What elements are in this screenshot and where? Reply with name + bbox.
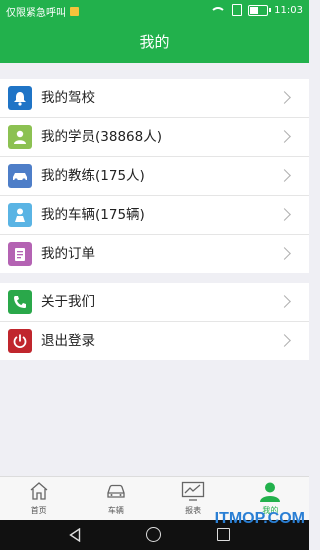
home-icon: [28, 481, 50, 505]
menu-item-my-orders[interactable]: 我的订单: [0, 235, 309, 273]
status-time: 11:03: [274, 4, 303, 16]
menu-item-about-us[interactable]: 关于我们: [0, 283, 309, 322]
chart-icon: [181, 481, 205, 505]
menu-group-main: 我的驾校 我的学员(38868人) 我的教练(175人) 我的车辆(175辆) …: [0, 79, 309, 273]
power-icon: [8, 329, 32, 353]
menu-item-logout[interactable]: 退出登录: [0, 322, 309, 360]
menu-item-label: 我的订单: [41, 246, 95, 262]
car-icon: [8, 164, 32, 188]
chevron-right-icon: [278, 169, 291, 182]
watermark: ITMOP.COM: [214, 510, 305, 527]
menu-item-my-school[interactable]: 我的驾校: [0, 79, 309, 118]
back-icon[interactable]: [69, 528, 81, 542]
sim-icon: [70, 7, 79, 16]
car-outline-icon: [105, 481, 127, 505]
wifi-icon: [210, 6, 227, 18]
bell-icon: [8, 86, 32, 110]
chevron-right-icon: [278, 334, 291, 347]
menu-item-label: 我的教练(175人): [41, 168, 145, 184]
menu-item-my-coaches[interactable]: 我的教练(175人): [0, 157, 309, 196]
carrier-text: 仅限紧急呼叫: [6, 8, 66, 19]
tab-label: 首页: [30, 506, 47, 515]
chevron-right-icon: [278, 247, 291, 260]
menu-item-label: 我的驾校: [41, 90, 95, 106]
chevron-right-icon: [278, 130, 291, 143]
recent-apps-icon[interactable]: [217, 528, 230, 541]
chevron-right-icon: [278, 295, 291, 308]
chevron-right-icon: [278, 208, 291, 221]
person-icon: [259, 481, 281, 507]
page-title: 我的: [0, 22, 309, 63]
menu-item-my-students[interactable]: 我的学员(38868人): [0, 118, 309, 157]
status-bar: 仅限紧急呼叫 11:03: [0, 0, 309, 22]
tab-home[interactable]: 首页: [0, 477, 77, 521]
home-nav-icon[interactable]: [146, 527, 161, 542]
menu-item-label: 关于我们: [41, 294, 95, 310]
menu-item-label: 我的车辆(175辆): [41, 207, 145, 223]
menu-item-my-vehicles[interactable]: 我的车辆(175辆): [0, 196, 309, 235]
chevron-right-icon: [278, 91, 291, 104]
order-icon: [8, 242, 32, 266]
phone-icon: [8, 290, 32, 314]
battery-icon: [248, 4, 272, 16]
menu-group-account: 关于我们 退出登录: [0, 283, 309, 360]
menu-item-label: 我的学员(38868人): [41, 129, 162, 145]
tab-vehicles[interactable]: 车辆: [77, 477, 154, 521]
student-icon: [8, 125, 32, 149]
tab-label: 车辆: [107, 506, 124, 515]
sim-card-icon: [232, 4, 243, 16]
vehicle-person-icon: [8, 203, 32, 227]
menu-item-label: 退出登录: [41, 333, 95, 349]
